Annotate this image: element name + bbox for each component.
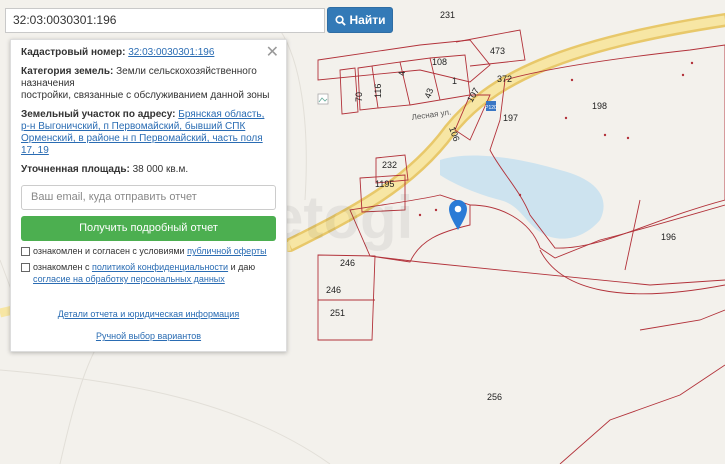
parcel-number: 198	[592, 101, 607, 111]
consent-offer-checkbox[interactable]	[21, 247, 30, 256]
cadastral-label: Кадастровый номер:	[21, 47, 126, 58]
details-row: Детали отчета и юридическая информация	[21, 309, 276, 319]
cadastral-link[interactable]: 32:03:0030301:196	[128, 47, 214, 58]
area-row: Уточненная площадь: 38 000 кв.м.	[21, 164, 276, 176]
manual-selection-link[interactable]: Ручной выбор вариантов	[96, 331, 201, 341]
get-report-button[interactable]: Получить подробный отчет	[21, 216, 276, 241]
parcel-number: 231	[440, 10, 455, 20]
consent-privacy-prefix: ознакомлен с	[33, 262, 92, 272]
parcel-number: 246	[326, 285, 341, 295]
parcel-number: 1195	[375, 179, 394, 189]
find-button[interactable]: Найти	[327, 7, 393, 33]
category-extra: постройки, связанные с обслуживанием дан…	[21, 90, 270, 101]
personal-data-link[interactable]: согласие на обработку персональных данны…	[33, 274, 225, 284]
parcel-number: 246	[340, 258, 355, 268]
public-offer-link[interactable]: публичной оферты	[187, 246, 267, 256]
consent-privacy-mid: и даю	[228, 262, 256, 272]
parcel-number: 116	[373, 84, 383, 98]
parcel-number: 372	[497, 74, 512, 84]
parcel-number: 70	[354, 92, 364, 102]
info-panel: ✕ Кадастровый номер: 32:03:0030301:196 К…	[10, 39, 287, 352]
parcel-number: 473	[490, 46, 505, 56]
details-link[interactable]: Детали отчета и юридическая информация	[58, 309, 239, 319]
consent-privacy-text: ознакомлен с политикой конфиденциальност…	[33, 261, 276, 285]
get-report-label: Получить подробный отчет	[79, 222, 218, 234]
route-shield-label: Р120	[485, 105, 497, 111]
address-row: Земельный участок по адресу: Брянская об…	[21, 109, 276, 157]
privacy-policy-link[interactable]: политикой конфиденциальности	[92, 262, 228, 272]
email-placeholder: Ваш email, куда отправить отчет	[31, 191, 197, 203]
consent-privacy-checkbox[interactable]	[21, 263, 30, 272]
parcel-number: 256	[487, 392, 502, 402]
email-field[interactable]: Ваш email, куда отправить отчет	[21, 185, 276, 210]
parcel-number: 1	[452, 76, 457, 86]
parcel-number: 251	[330, 308, 345, 318]
find-button-label: Найти	[349, 13, 386, 27]
category-label: Категория земель:	[21, 66, 114, 77]
consent-offer-prefix: ознакомлен и согласен с условиями	[33, 246, 188, 256]
search-input-value: 32:03:0030301:196	[13, 13, 117, 27]
parcel-number: 197	[503, 113, 518, 123]
category-row: Категория земель: Земли сельскохозяйстве…	[21, 66, 276, 102]
broken-image-icon	[317, 93, 329, 105]
consent-offer-row: ознакомлен и согласен с условиями публич…	[21, 245, 276, 257]
parcel-number: 4	[397, 71, 407, 76]
manual-row: Ручной выбор вариантов	[21, 331, 276, 341]
address-label: Земельный участок по адресу:	[21, 109, 176, 120]
area-label: Уточненная площадь:	[21, 164, 130, 175]
search-icon	[334, 14, 346, 26]
consent-offer-text: ознакомлен и согласен с условиями публич…	[33, 245, 267, 257]
parcel-number: 232	[382, 160, 397, 170]
cadastral-row: Кадастровый номер: 32:03:0030301:196	[21, 47, 276, 59]
parcel-number: 108	[432, 57, 447, 67]
search-input[interactable]: 32:03:0030301:196	[5, 8, 325, 33]
parcel-number: 196	[661, 232, 676, 242]
area-value: 38 000 кв.м.	[132, 164, 189, 175]
watermark: etogi	[270, 184, 413, 251]
close-icon[interactable]: ✕	[266, 42, 279, 62]
consent-privacy-row: ознакомлен с политикой конфиденциальност…	[21, 261, 276, 285]
